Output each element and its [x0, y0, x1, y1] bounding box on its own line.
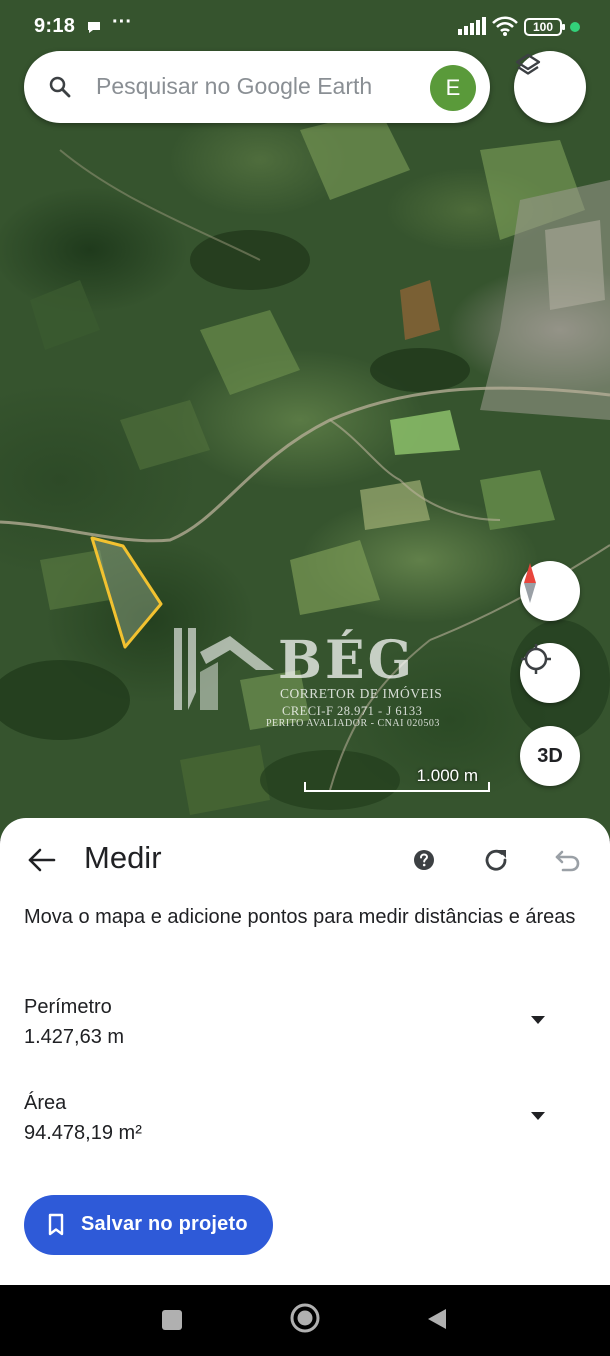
layers-button[interactable] [514, 51, 586, 123]
perimeter-label: Perímetro [24, 996, 112, 1018]
recent-apps-button[interactable] [162, 1310, 182, 1330]
measure-instructions: Mova o mapa e adicione pontos para medir… [24, 906, 576, 928]
measure-panel: Medir Mova o mapa e adicione pontos para… [0, 818, 610, 1285]
home-button[interactable] [289, 1302, 321, 1339]
area-value: 94.478,19 m² [24, 1122, 142, 1144]
arrow-back-icon [28, 848, 56, 872]
my-location-button[interactable] [520, 643, 580, 703]
dropdown-arrow-icon [531, 1016, 545, 1024]
perimeter-unit-dropdown[interactable] [526, 1008, 550, 1032]
watermark: BÉG CORRETOR DE IMÓVEIS CRECI-F 28.971 -… [170, 622, 450, 742]
area-unit-dropdown[interactable] [526, 1104, 550, 1128]
back-triangle-icon [428, 1309, 446, 1329]
watermark-cnai: PERITO AVALIADOR - CNAI 020503 [266, 718, 440, 729]
help-icon [414, 850, 434, 870]
satellite-map[interactable]: 9:18 ··· 100 Pesquisar no Google Earth E… [0, 0, 610, 840]
search-bar[interactable]: Pesquisar no Google Earth E [24, 51, 490, 123]
watermark-subtitle: CORRETOR DE IMÓVEIS [280, 686, 443, 701]
more-notifications-icon: ··· [112, 11, 132, 33]
save-to-project-button[interactable]: Salvar no projeto [24, 1195, 273, 1255]
home-circle-icon [290, 1303, 320, 1333]
search-input[interactable]: Pesquisar no Google Earth [96, 73, 372, 100]
back-button[interactable] [24, 842, 60, 878]
dropdown-arrow-icon [531, 1112, 545, 1120]
view-3d-button[interactable]: 3D [520, 726, 580, 786]
undo-button[interactable] [552, 844, 584, 881]
privacy-indicator-dot [570, 22, 580, 32]
system-nav-bar [0, 1285, 610, 1356]
area-label: Área [24, 1092, 67, 1114]
bookmark-icon [46, 1213, 66, 1242]
scale-bar [304, 782, 490, 792]
map-scale: 1.000 m [304, 764, 490, 792]
beg-logo [174, 628, 274, 710]
status-bar: 9:18 ··· 100 [0, 0, 610, 52]
help-button[interactable] [411, 847, 437, 878]
compass-button[interactable] [520, 561, 580, 621]
save-button-label: Salvar no projeto [81, 1213, 248, 1235]
system-back-button[interactable] [426, 1307, 448, 1336]
page-title: Medir [84, 840, 162, 875]
perimeter-value: 1.427,63 m [24, 1026, 125, 1048]
battery-icon: 100 [524, 18, 565, 36]
refresh-icon [485, 849, 507, 871]
watermark-creci: CRECI-F 28.971 - J 6133 [282, 704, 423, 718]
reset-button[interactable] [480, 844, 512, 881]
undo-icon [555, 850, 580, 872]
status-time: 9:18 [34, 15, 76, 37]
watermark-brand: BÉG [278, 630, 415, 691]
account-avatar[interactable]: E [430, 65, 476, 111]
